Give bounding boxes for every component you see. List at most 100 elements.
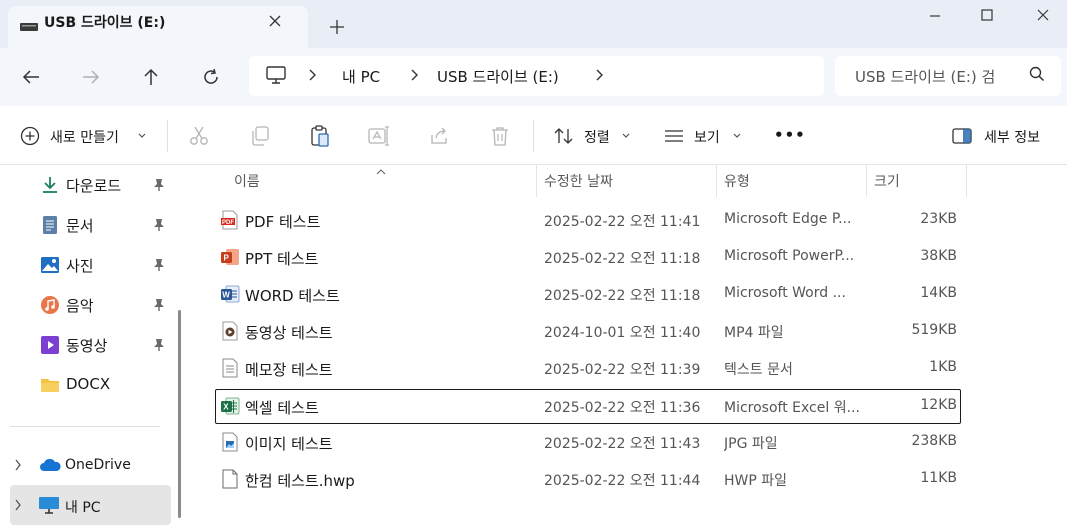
paste-button[interactable] [309,124,331,152]
arrow-up-icon [144,68,158,85]
delete-button[interactable] [489,125,511,151]
file-size: 238KB [911,433,957,449]
column-divider[interactable] [716,165,717,197]
file-date: 2025-02-22 오전 11:18 [544,251,701,267]
pdf-icon: PDF [221,210,238,230]
minimize-button[interactable] [910,0,960,30]
sidebar-item-pictures[interactable]: 사진 [0,245,172,285]
file-date: 2024-10-01 오전 11:40 [544,325,701,341]
file-row-pdf[interactable]: PDF PDF 테스트 2025-02-22 오전 11:41 Microsof… [215,203,961,238]
file-row-image[interactable]: 이미지 테스트 2025-02-22 오전 11:43 JPG 파일 238KB [215,425,961,460]
sort-icon [554,128,573,144]
file-size: 14KB [920,285,957,301]
column-header-date[interactable]: 수정한 날짜 [544,171,613,191]
forward-button[interactable] [74,62,108,92]
sidebar-item-label: 다운로드 [66,177,122,195]
file-type: Microsoft Edge P... [724,211,852,227]
file-size: 38KB [920,248,957,264]
column-header-size[interactable]: 크기 [874,171,900,191]
file-type: JPG 파일 [724,436,778,452]
chevron-down-icon [733,133,741,138]
sidebar-item-videos[interactable]: 동영상 [0,325,172,365]
file-row-ppt[interactable]: P PPT 테스트 2025-02-22 오전 11:18 Microsoft … [215,240,961,275]
file-row-hwp[interactable]: 한컴 테스트.hwp 2025-02-22 오전 11:44 HWP 파일 11… [215,462,961,497]
file-row-video[interactable]: 동영상 테스트 2024-10-01 오전 11:40 MP4 파일 519KB [215,314,961,349]
breadcrumb-usb-drive[interactable]: USB 드라이브 (E:) [437,66,559,87]
new-tab-button[interactable] [322,12,352,42]
new-button[interactable]: 새로 만들기 [14,120,154,152]
column-divider[interactable] [536,165,537,197]
search-input[interactable]: USB 드라이브 (E:) 검 [855,66,1005,87]
file-row-excel[interactable]: X 엑셀 테스트 2025-02-22 오전 11:36 Microsoft E… [215,389,961,424]
sidebar-item-onedrive[interactable]: OneDrive [0,445,172,485]
toolbar-divider [533,120,534,152]
pin-icon[interactable] [152,338,166,352]
chevron-right-icon[interactable] [595,64,605,90]
picture-icon [41,257,59,273]
breadcrumb-this-pc[interactable]: 내 PC [342,66,380,87]
chevron-down-icon [622,133,630,138]
up-button[interactable] [134,62,168,92]
minimize-icon [930,15,940,17]
sort-ascending-indicator-icon [376,163,386,179]
copy-button[interactable] [249,125,271,151]
sidebar-item-music[interactable]: 음악 [0,285,172,325]
sidebar-item-label: 음악 [66,297,94,315]
file-size: 12KB [920,397,957,413]
cloud-icon [40,458,61,471]
sidebar-scrollbar[interactable] [178,310,181,518]
column-divider[interactable] [966,165,967,197]
file-type: MP4 파일 [724,325,784,341]
back-button[interactable] [14,62,48,92]
paste-icon [311,125,329,147]
file-row-notepad[interactable]: 메모장 테스트 2025-02-22 오전 11:39 텍스트 문서 1KB [215,351,961,386]
column-header-name[interactable]: 이름 [234,171,260,191]
file-row-word[interactable]: W WORD 테스트 2025-02-22 오전 11:18 Microsoft… [215,277,961,312]
details-pane-label: 세부 정보 [984,130,1040,146]
close-window-button[interactable] [1018,0,1067,30]
file-date: 2025-02-22 오전 11:44 [544,473,701,489]
refresh-button[interactable] [194,62,228,92]
chevron-right-icon[interactable] [308,64,318,90]
rename-button[interactable] [368,125,390,151]
sidebar-item-documents[interactable]: 문서 [0,205,172,245]
sort-button[interactable]: 정렬 [550,120,640,152]
sidebar-item-label: 사진 [66,257,94,275]
sidebar-item-docx[interactable]: DOCX [0,365,172,405]
toolbar-divider [167,120,168,152]
pin-icon[interactable] [152,298,166,312]
video-file-icon [222,321,238,341]
sidebar-item-this-pc[interactable]: 내 PC [0,485,172,525]
tab-close-button[interactable] [262,8,288,34]
chevron-right-icon[interactable] [14,499,22,511]
column-header-type[interactable]: 유형 [724,171,750,191]
pin-icon[interactable] [152,178,166,192]
pin-icon[interactable] [152,258,166,272]
folder-icon [41,379,59,392]
svg-text:X: X [223,403,229,412]
refresh-icon [204,68,218,84]
share-button[interactable] [428,125,450,151]
more-options-button[interactable]: ••• [774,126,806,144]
sidebar-item-downloads[interactable]: 다운로드 [0,165,172,205]
hwp-file-icon [222,469,238,489]
search-icon[interactable] [1029,66,1045,86]
chevron-right-icon[interactable] [410,64,420,90]
column-divider[interactable] [866,165,867,197]
file-date: 2025-02-22 오전 11:41 [544,214,701,230]
file-type: Microsoft PowerP... [724,248,855,264]
details-pane-button[interactable]: 세부 정보 [948,120,1056,152]
chevron-down-icon [138,133,146,138]
file-date: 2025-02-22 오전 11:39 [544,362,701,378]
cut-button[interactable] [188,125,210,151]
maximize-button[interactable] [962,0,1012,30]
sidebar-item-label: 동영상 [66,337,108,355]
pin-icon[interactable] [152,218,166,232]
chevron-right-icon[interactable] [14,459,22,471]
sidebar-item-label: 문서 [66,217,94,235]
maximize-icon [981,9,993,21]
search-box[interactable]: USB 드라이브 (E:) 검 [835,56,1061,96]
view-button[interactable]: 보기 [660,120,750,152]
file-name: 엑셀 테스트 [245,399,319,417]
word-icon: W [221,285,240,303]
